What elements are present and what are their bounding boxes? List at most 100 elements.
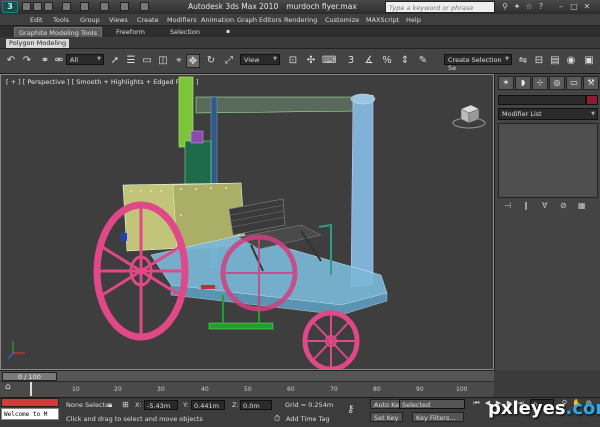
hierarchy-tab-icon[interactable]: ⊹ (532, 76, 548, 90)
reference-coordinate-dropdown[interactable]: View (240, 54, 280, 65)
z-coordinate-field[interactable]: 0.0m (240, 400, 272, 410)
menu-maxscript[interactable]: MAXScript (366, 16, 399, 24)
create-tab-icon[interactable]: ✶ (498, 76, 514, 90)
menu-customize[interactable]: Customize (325, 16, 359, 24)
configure-modifier-sets-icon[interactable]: ▦ (578, 201, 586, 210)
set-key-icon[interactable]: ⚷ (347, 404, 354, 415)
bind-space-warp-icon[interactable]: ⌖ (172, 54, 186, 68)
tab-graphite-modeling-tools[interactable]: Graphite Modeling Tools (14, 27, 103, 37)
snaps-toggle-icon[interactable]: 3 (344, 54, 358, 68)
minimize-icon[interactable]: – (556, 2, 566, 12)
utilities-tab-icon[interactable]: ⚒ (583, 76, 599, 90)
key-mode-dropdown[interactable]: Selected (399, 399, 465, 409)
mirror-icon[interactable]: ⇋ (516, 54, 530, 68)
search-input[interactable]: Type a keyword or phrase (385, 1, 495, 13)
menu-tools[interactable]: Tools (53, 16, 69, 24)
key-filters-button[interactable]: Key Filters... (412, 412, 464, 422)
make-unique-icon[interactable]: ∀ (542, 201, 547, 210)
modifier-list-dropdown[interactable]: Modifier List (498, 108, 598, 120)
angle-snap-icon[interactable]: ∡ (362, 54, 376, 68)
select-and-rotate-icon[interactable]: ↻ (204, 54, 218, 68)
menu-edit[interactable]: Edit (30, 16, 43, 24)
main-toolbar: ↶ ↷ ⚭ ⚮ All ➚ ☰ ▭ ◫ ⌖ ✥ ↻ ⤢ View ⊡ ✣ ⌨ 3… (0, 49, 600, 74)
spinner-snap-icon[interactable]: ⇕ (398, 54, 412, 68)
favorites-icon[interactable]: ☆ (524, 2, 534, 12)
link-icon[interactable]: ⚭ (38, 54, 52, 68)
maxscript-listener-top[interactable] (1, 398, 59, 407)
modifier-stack[interactable] (498, 123, 598, 198)
select-by-name-icon[interactable]: ☰ (124, 54, 138, 68)
ribbon-options-icon[interactable]: ▪ (222, 27, 234, 37)
menu-create[interactable]: Create (137, 16, 159, 24)
go-to-start-icon[interactable]: ⏮ (472, 399, 481, 408)
menu-animation[interactable]: Animation (201, 16, 234, 24)
menu-graph-editors[interactable]: Graph Editors (237, 16, 282, 24)
unlink-icon[interactable]: ⚮ (52, 54, 66, 68)
y-coordinate-field[interactable]: 0.441m (191, 400, 225, 410)
modify-tab-icon[interactable]: ◗ (515, 76, 531, 90)
select-object-icon[interactable]: ➚ (108, 54, 122, 68)
subscription-icon[interactable]: ✦ (512, 2, 522, 12)
time-slider[interactable]: 0 / 100 (0, 370, 494, 381)
layer-manager-icon[interactable]: ▤ (548, 54, 562, 68)
maximize-icon[interactable]: □ (569, 2, 579, 12)
project-folder-icon[interactable] (100, 2, 109, 11)
pin-stack-icon[interactable]: ⊣ (504, 201, 511, 210)
app-name: Autodesk 3ds Max 2010 (188, 2, 279, 11)
undo-icon[interactable] (62, 2, 71, 11)
save-file-icon[interactable] (44, 2, 53, 11)
hold-icon[interactable] (120, 2, 129, 11)
window-crossing-icon[interactable]: ◫ (156, 54, 170, 68)
maxscript-mini-listener[interactable]: Welcome to M (1, 408, 59, 420)
rear-wheel-far (220, 234, 298, 312)
pivot-center-icon[interactable]: ⊡ (286, 54, 300, 68)
redo-tool-icon[interactable]: ↷ (20, 54, 34, 68)
render-setup-icon[interactable]: ▣ (582, 54, 596, 68)
selection-filter-dropdown[interactable]: All (66, 54, 104, 65)
object-color-swatch[interactable] (586, 95, 598, 105)
open-file-icon[interactable] (33, 2, 42, 11)
show-end-result-icon[interactable]: ∥ (524, 201, 528, 210)
display-tab-icon[interactable]: ▭ (566, 76, 582, 90)
menu-views[interactable]: Views (109, 16, 128, 24)
help-icon[interactable]: ? (536, 2, 546, 12)
x-coordinate-field[interactable]: -5.43m (144, 400, 178, 410)
viewcube-icon[interactable] (449, 101, 489, 131)
align-icon[interactable]: ⊟ (532, 54, 546, 68)
quick-access-dropdown-icon[interactable] (140, 2, 149, 11)
set-key-button[interactable]: Set Key (370, 412, 403, 422)
3ds-max-logo-icon[interactable]: 3 (2, 1, 18, 13)
object-name-field[interactable] (498, 95, 586, 105)
tab-freeform[interactable]: Freeform (112, 27, 149, 37)
mini-curve-editor-icon[interactable]: ⌂ (5, 382, 11, 392)
search-icon[interactable]: ⚲ (500, 2, 510, 12)
select-and-move-icon[interactable]: ✥ (186, 54, 200, 68)
perspective-viewport[interactable]: [ + ] [ Perspective ] [ Smooth + Highlig… (0, 74, 494, 370)
named-selection-dropdown[interactable]: Create Selection Se (444, 54, 512, 72)
menu-modifiers[interactable]: Modifiers (167, 16, 197, 24)
tab-selection[interactable]: Selection (166, 27, 204, 37)
time-slider-thumb[interactable]: 0 / 100 (2, 372, 57, 381)
z-label: Z: (232, 401, 239, 409)
keyboard-shortcut-icon[interactable]: ⌨ (322, 54, 336, 68)
edit-named-selection-icon[interactable]: ✎ (416, 54, 430, 68)
menu-help[interactable]: Help (406, 16, 421, 24)
motion-tab-icon[interactable]: ◎ (549, 76, 565, 90)
add-time-tag-button[interactable]: Add Time Tag (286, 415, 330, 423)
absolute-mode-icon[interactable]: ⊞ (122, 400, 129, 409)
walking-beam (195, 96, 362, 114)
menu-group[interactable]: Group (80, 16, 100, 24)
new-file-icon[interactable] (22, 2, 31, 11)
select-and-scale-icon[interactable]: ⤢ (222, 54, 236, 68)
panel-polygon-modeling[interactable]: Polygon Modeling (6, 39, 70, 48)
menu-rendering[interactable]: Rendering (284, 16, 317, 24)
close-icon[interactable]: ✕ (582, 2, 592, 12)
lock-selection-icon[interactable]: 🔒︎ (108, 400, 112, 410)
rectangle-selection-icon[interactable]: ▭ (140, 54, 154, 68)
percent-snap-icon[interactable]: % (380, 54, 394, 68)
remove-modifier-icon[interactable]: ⊘ (560, 201, 567, 210)
material-editor-icon[interactable]: ◉ (564, 54, 578, 68)
redo-icon[interactable] (80, 2, 89, 11)
undo-tool-icon[interactable]: ↶ (4, 54, 18, 68)
select-manipulate-icon[interactable]: ✣ (304, 54, 318, 68)
